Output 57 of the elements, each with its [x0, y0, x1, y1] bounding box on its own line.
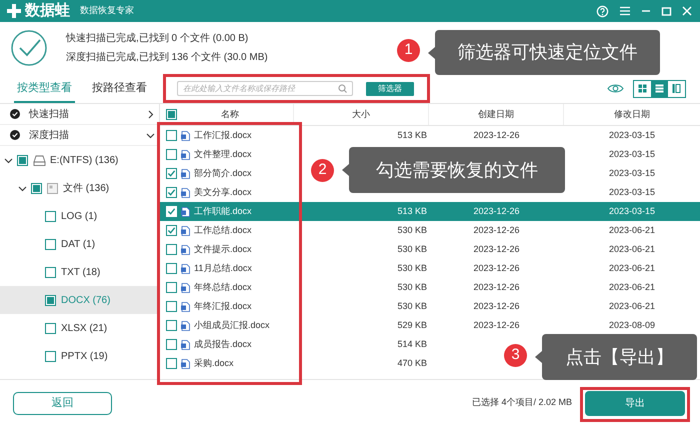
modified-date: 2023-03-15 [608, 166, 656, 180]
file-name: 采购.docx [194, 356, 234, 370]
step-number-tooltip: 3 [504, 344, 527, 367]
file-size: 529 KB [397, 318, 427, 332]
column-header: 创建日期 [478, 108, 514, 121]
modified-date: 2023-03-15 [608, 186, 656, 199]
file-size: 530 KB [397, 224, 427, 237]
modified-date: 2023-06-21 [608, 242, 656, 256]
created-date: 2023-12-26 [473, 262, 520, 275]
modified-date: 2023-03-15 [608, 128, 656, 142]
file-size: 530 KB [397, 242, 427, 256]
file-name: 小组成员汇报.docx [194, 318, 270, 332]
modified-date: 2023-03-15 [608, 148, 656, 161]
modified-date: 2023-06-21 [608, 262, 656, 275]
selection-summary: 已选择 4个项目/ 2.02 MB [472, 396, 572, 410]
created-date: 2023-12-26 [473, 300, 520, 313]
file-name: 年终汇报.docx [194, 300, 252, 313]
file-size: 514 KB [397, 338, 427, 351]
modified-date: 2023-06-21 [608, 280, 656, 294]
scan-status-text: 深度扫描已完成,已找到 136 个文件 (30.0 MB) [66, 50, 268, 65]
file-name: 工作总结.docx [194, 224, 252, 237]
created-date: 2023-12-26 [473, 242, 520, 256]
file-name: 文件整理.docx [194, 148, 252, 161]
scan-status-text: 快速扫描已完成,已找到 0 个文件 (0.00 B) [66, 32, 250, 46]
callout-tooltip: 筛选器可快速定位文件 [428, 30, 660, 75]
modified-date: 2023-08-09 [608, 318, 656, 332]
file-size: 530 KB [397, 280, 427, 294]
file-name: 美文分享.docx [194, 186, 252, 199]
file-size: 470 KB [397, 356, 427, 370]
callout-tooltip: 勾选需要恢复的文件 [342, 147, 565, 193]
file-name: 工作职能.docx [194, 204, 252, 218]
modified-date: 2023-06-21 [608, 224, 656, 237]
file-name: 成员报告.docx [194, 338, 252, 351]
file-size: 513 KB [397, 128, 427, 142]
created-date: 2023-12-26 [473, 318, 520, 332]
created-date: 2023-12-26 [473, 224, 520, 237]
modified-date: 2023-06-21 [608, 300, 656, 313]
step-number-tooltip: 2 [311, 159, 334, 182]
file-size: 513 KB [397, 204, 427, 218]
file-name: 11月总结.docx [194, 262, 252, 275]
file-size: 530 KB [397, 262, 427, 275]
column-header: 大小 [352, 108, 370, 121]
created-date: 2023-12-26 [473, 280, 520, 294]
created-date: 2023-12-26 [473, 204, 520, 218]
file-size: 530 KB [397, 300, 427, 313]
column-header: 修改日期 [614, 108, 650, 121]
file-name: 年终总结.docx [194, 280, 252, 294]
modified-date: 2023-03-15 [608, 204, 656, 218]
callout-tooltip: 点击【导出】 [535, 334, 697, 380]
step-number-tooltip: 1 [397, 39, 420, 62]
column-header: 名称 [221, 108, 239, 121]
file-name: 工作汇报.docx [194, 128, 252, 142]
created-date: 2023-12-26 [473, 128, 520, 142]
file-name: 文件提示.docx [194, 242, 252, 256]
file-name: 部分简介.docx [194, 166, 252, 180]
app-subtitle: 数据恢复专家 [80, 4, 134, 18]
app-logo: 数据蛙 [25, 0, 70, 21]
